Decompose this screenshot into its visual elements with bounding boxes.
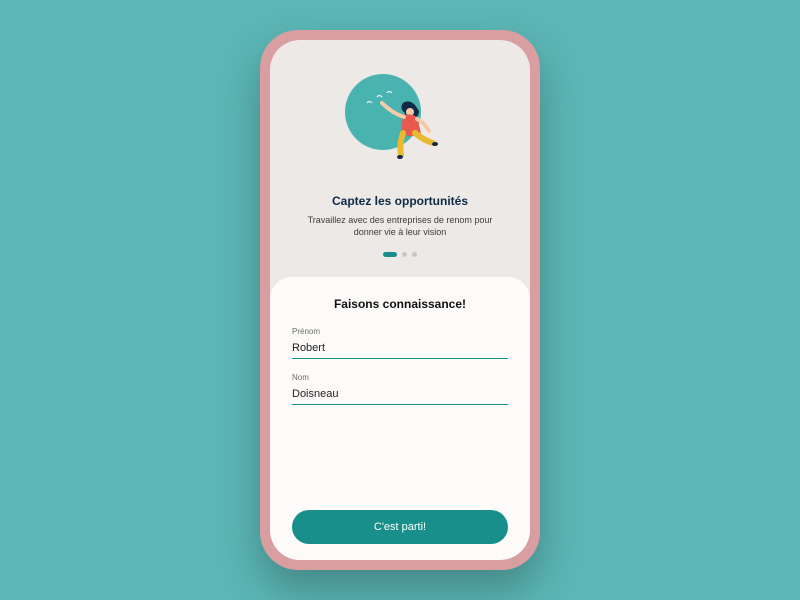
form-card: Faisons connaissance! Prénom Nom C'est p… <box>270 277 530 560</box>
submit-button[interactable]: C'est parti! <box>292 510 508 544</box>
last-name-label: Nom <box>292 373 508 382</box>
hero-title: Captez les opportunités <box>288 194 512 208</box>
first-name-input[interactable] <box>292 339 508 359</box>
page-dot-2[interactable] <box>402 252 407 257</box>
phone-frame: Captez les opportunités Travaillez avec … <box>260 30 540 570</box>
page-dot-1[interactable] <box>383 252 397 257</box>
first-name-field-group: Prénom <box>292 327 508 359</box>
page-indicator <box>288 252 512 257</box>
last-name-field-group: Nom <box>292 373 508 405</box>
hero-section: Captez les opportunités Travaillez avec … <box>270 40 530 267</box>
first-name-label: Prénom <box>292 327 508 336</box>
hero-subtitle: Travaillez avec des entreprises de renom… <box>288 214 512 238</box>
hero-illustration <box>288 62 512 182</box>
page-dot-3[interactable] <box>412 252 417 257</box>
girl-balloon-icon <box>335 67 465 177</box>
last-name-input[interactable] <box>292 385 508 405</box>
form-title: Faisons connaissance! <box>292 297 508 311</box>
screen: Captez les opportunités Travaillez avec … <box>270 40 530 560</box>
